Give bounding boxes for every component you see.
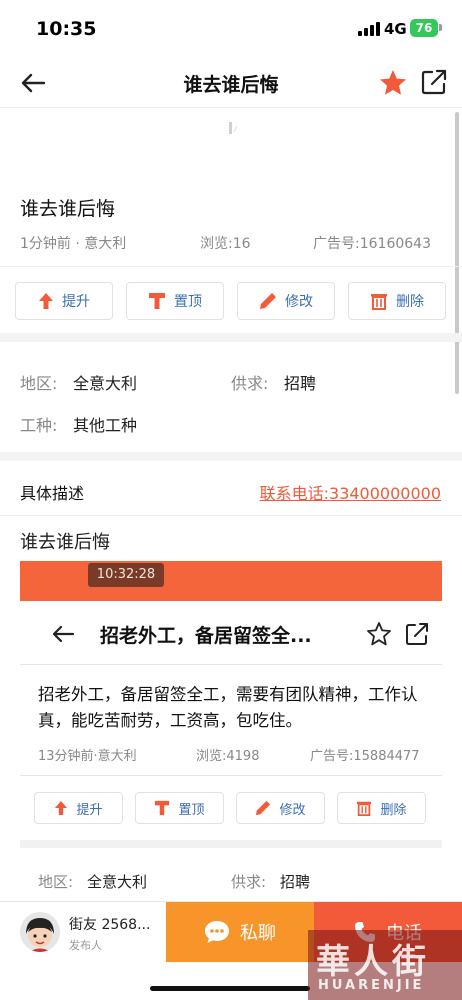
pencil-icon: [260, 293, 276, 309]
pin-top-button[interactable]: 置顶: [126, 282, 224, 320]
battery-icon: 76: [410, 19, 438, 37]
embedded-pin-top-label: 置顶: [178, 802, 205, 818]
embedded-image-header: [20, 561, 442, 601]
network-type: 4G: [384, 20, 407, 38]
delete-label: 删除: [396, 294, 424, 310]
post-time-location: 1分钟前 · 意大利: [20, 236, 127, 252]
region-label: 地区:: [20, 374, 58, 393]
embedded-divider: [20, 775, 442, 776]
trash-icon: [371, 294, 387, 310]
embedded-edit-button: 修改: [236, 792, 325, 824]
scrollbar[interactable]: [455, 112, 459, 394]
embedded-nav-bar: 招老外工，备居留签全...: [20, 601, 442, 665]
contact-phone-link[interactable]: 联系电话:33400000000: [260, 480, 441, 504]
post-views: 浏览:16: [200, 236, 251, 252]
embedded-time-overlay: 10:32:28: [88, 563, 164, 587]
embedded-delete-label: 删除: [380, 802, 407, 818]
divider: [0, 266, 462, 267]
signal-icon: [358, 22, 380, 36]
status-time: 10:35: [36, 18, 97, 40]
job-value: 其他工种: [73, 416, 138, 435]
user-name: 街友 2568...: [69, 917, 151, 933]
watermark-logo: 華人街 HUARENJIE: [308, 930, 462, 1000]
embedded-promote-label: 提升: [76, 802, 103, 818]
post-title: 谁去谁后悔: [20, 198, 116, 220]
type-value: 招聘: [284, 374, 317, 393]
nav-bar: 谁去谁后悔: [0, 58, 462, 108]
watermark-en: HUARENJIE: [318, 978, 425, 993]
embedded-views: 浏览:4198: [196, 749, 260, 764]
type-label: 供求:: [231, 374, 269, 393]
embedded-star-outline-icon: [367, 622, 391, 646]
arrow-up-icon: [39, 293, 53, 309]
user-avatar[interactable]: [20, 912, 60, 952]
user-role: 发布人: [69, 939, 102, 952]
embedded-nav-title: 招老外工，备居留签全...: [100, 625, 312, 647]
embedded-region-value: 全意大利: [87, 873, 148, 891]
chat-bubble-icon: [205, 921, 229, 943]
delete-button[interactable]: 删除: [348, 282, 446, 320]
embedded-section-gap: [20, 840, 442, 848]
edit-button[interactable]: 修改: [237, 282, 335, 320]
embedded-arrow-up-icon: [55, 801, 68, 815]
embedded-pin-top-icon: [155, 800, 170, 816]
pin-top-icon: [149, 293, 165, 309]
private-chat-label: 私聊: [240, 923, 276, 944]
description-text: 谁去谁后悔: [20, 532, 110, 553]
section-gap: [0, 452, 462, 461]
pin-top-label: 置顶: [174, 294, 202, 310]
embedded-type-label: 供求:: [231, 873, 267, 891]
status-bar: 10:35 4G 76: [0, 0, 462, 58]
embedded-region-label: 地区:: [38, 873, 74, 891]
embedded-time-location: 13分钟前·意大利: [38, 749, 137, 764]
embedded-type-value: 招聘: [280, 873, 311, 891]
post-ad-number: 广告号:16160643: [313, 236, 431, 252]
battery-tip: [439, 24, 442, 31]
embedded-post-body: 招老外工，备居留签全工，需要有团队精神，工作认真，能吃苦耐劳，工资高，包吃住。: [38, 685, 418, 730]
embedded-pin-top-button: 置顶: [135, 792, 224, 824]
favorite-star-icon[interactable]: [378, 68, 408, 98]
embedded-promote-button: 提升: [34, 792, 123, 824]
embedded-delete-button: 删除: [337, 792, 426, 824]
image-placeholder-icon: [229, 122, 238, 134]
embedded-trash-icon: [357, 801, 372, 816]
avatar-face-icon: [20, 912, 60, 952]
private-chat-button[interactable]: 私聊: [166, 902, 314, 962]
section-gap: [0, 333, 462, 342]
description-heading: 具体描述: [20, 484, 85, 503]
embedded-edit-label: 修改: [279, 802, 306, 818]
watermark-cn: 華人街: [316, 942, 430, 982]
promote-button[interactable]: 提升: [15, 282, 113, 320]
home-indicator[interactable]: [150, 986, 310, 991]
embedded-ad-number: 广告号:15884477: [310, 749, 420, 764]
job-label: 工种:: [20, 416, 58, 435]
edit-label: 修改: [285, 294, 313, 310]
embedded-pencil-icon: [256, 800, 271, 816]
region-value: 全意大利: [73, 374, 138, 393]
embedded-share-icon: [406, 623, 428, 645]
promote-label: 提升: [62, 294, 90, 310]
divider: [0, 515, 462, 516]
share-icon[interactable]: [420, 68, 448, 96]
embedded-back-arrow-icon: [52, 625, 75, 643]
